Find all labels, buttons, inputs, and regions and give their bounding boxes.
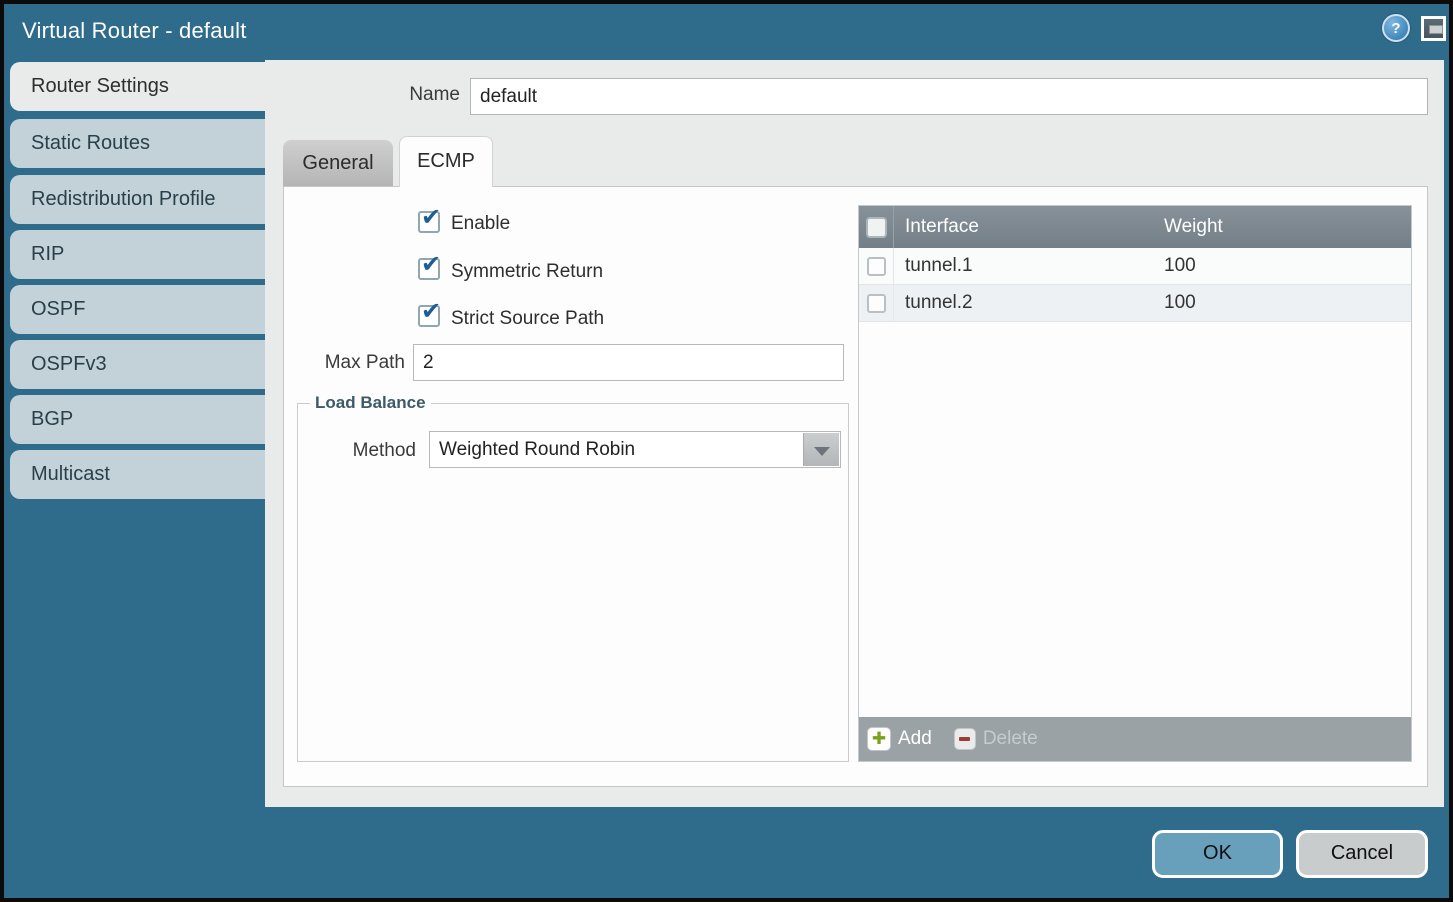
check-icon: ✔ (421, 297, 441, 325)
dialog-title: Virtual Router - default (22, 18, 247, 44)
row-checkbox[interactable] (867, 294, 886, 313)
name-input[interactable] (470, 78, 1428, 115)
table-empty-area (859, 322, 1411, 717)
weight-column-header: Weight (1153, 216, 1411, 238)
interface-cell: tunnel.2 (894, 292, 1153, 314)
table-toolbar: ✚ Add Delete (859, 717, 1411, 761)
sidebar-item-bgp[interactable]: BGP (10, 395, 265, 444)
sidebar-item-rip[interactable]: RIP (10, 230, 265, 279)
chevron-down-icon (814, 447, 830, 456)
enable-label: Enable (451, 213, 510, 235)
restore-window-icon[interactable] (1421, 16, 1446, 41)
method-dropdown-value: Weighted Round Robin (439, 432, 635, 467)
cancel-button[interactable]: Cancel (1296, 830, 1428, 878)
sidebar-item-ospf[interactable]: OSPF (10, 285, 265, 334)
table-row[interactable]: tunnel.2 100 (859, 285, 1411, 322)
dropdown-trigger-button[interactable] (803, 433, 839, 466)
table-header: Interface Weight (859, 206, 1411, 248)
sidebar-item-router-settings[interactable]: Router Settings (10, 62, 265, 111)
weight-cell: 100 (1153, 255, 1411, 277)
check-icon: ✔ (421, 250, 441, 278)
weight-cell: 100 (1153, 292, 1411, 314)
strict-source-path-checkbox[interactable]: ✔ (418, 305, 440, 327)
tab-general[interactable]: General (283, 140, 393, 186)
interface-weight-table: Interface Weight tunnel.1 100 tunnel.2 1… (858, 205, 1412, 762)
interface-column-header: Interface (894, 216, 1153, 238)
max-path-input[interactable] (413, 344, 844, 381)
check-icon: ✔ (421, 203, 441, 231)
sidebar-item-multicast[interactable]: Multicast (10, 450, 265, 499)
method-label: Method (346, 440, 416, 462)
add-button-label: Add (898, 728, 932, 750)
sidebar-item-ospfv3[interactable]: OSPFv3 (10, 340, 265, 389)
help-icon[interactable]: ? (1382, 14, 1410, 42)
symmetric-return-checkbox[interactable]: ✔ (418, 258, 440, 280)
method-dropdown[interactable]: Weighted Round Robin (429, 431, 841, 468)
add-button[interactable]: ✚ Add (867, 727, 932, 751)
max-path-label: Max Path (293, 352, 405, 374)
minus-icon (954, 728, 976, 750)
tab-ecmp[interactable]: ECMP (399, 136, 493, 187)
load-balance-legend: Load Balance (310, 393, 431, 413)
delete-button-label: Delete (983, 728, 1038, 750)
ok-button[interactable]: OK (1152, 830, 1283, 878)
delete-button[interactable]: Delete (954, 728, 1038, 750)
row-checkbox[interactable] (867, 257, 886, 276)
select-all-checkbox[interactable] (866, 217, 887, 238)
interface-cell: tunnel.1 (894, 255, 1153, 277)
load-balance-group: Load Balance Method Weighted Round Robin (297, 403, 849, 762)
plus-icon: ✚ (867, 727, 891, 751)
sidebar-item-redistribution-profile[interactable]: Redistribution Profile (10, 175, 265, 224)
table-row[interactable]: tunnel.1 100 (859, 248, 1411, 285)
enable-checkbox[interactable]: ✔ (418, 211, 440, 233)
strict-source-path-label: Strict Source Path (451, 308, 604, 330)
symmetric-return-label: Symmetric Return (451, 261, 603, 283)
sidebar-item-static-routes[interactable]: Static Routes (10, 119, 265, 168)
name-label: Name (393, 84, 460, 106)
